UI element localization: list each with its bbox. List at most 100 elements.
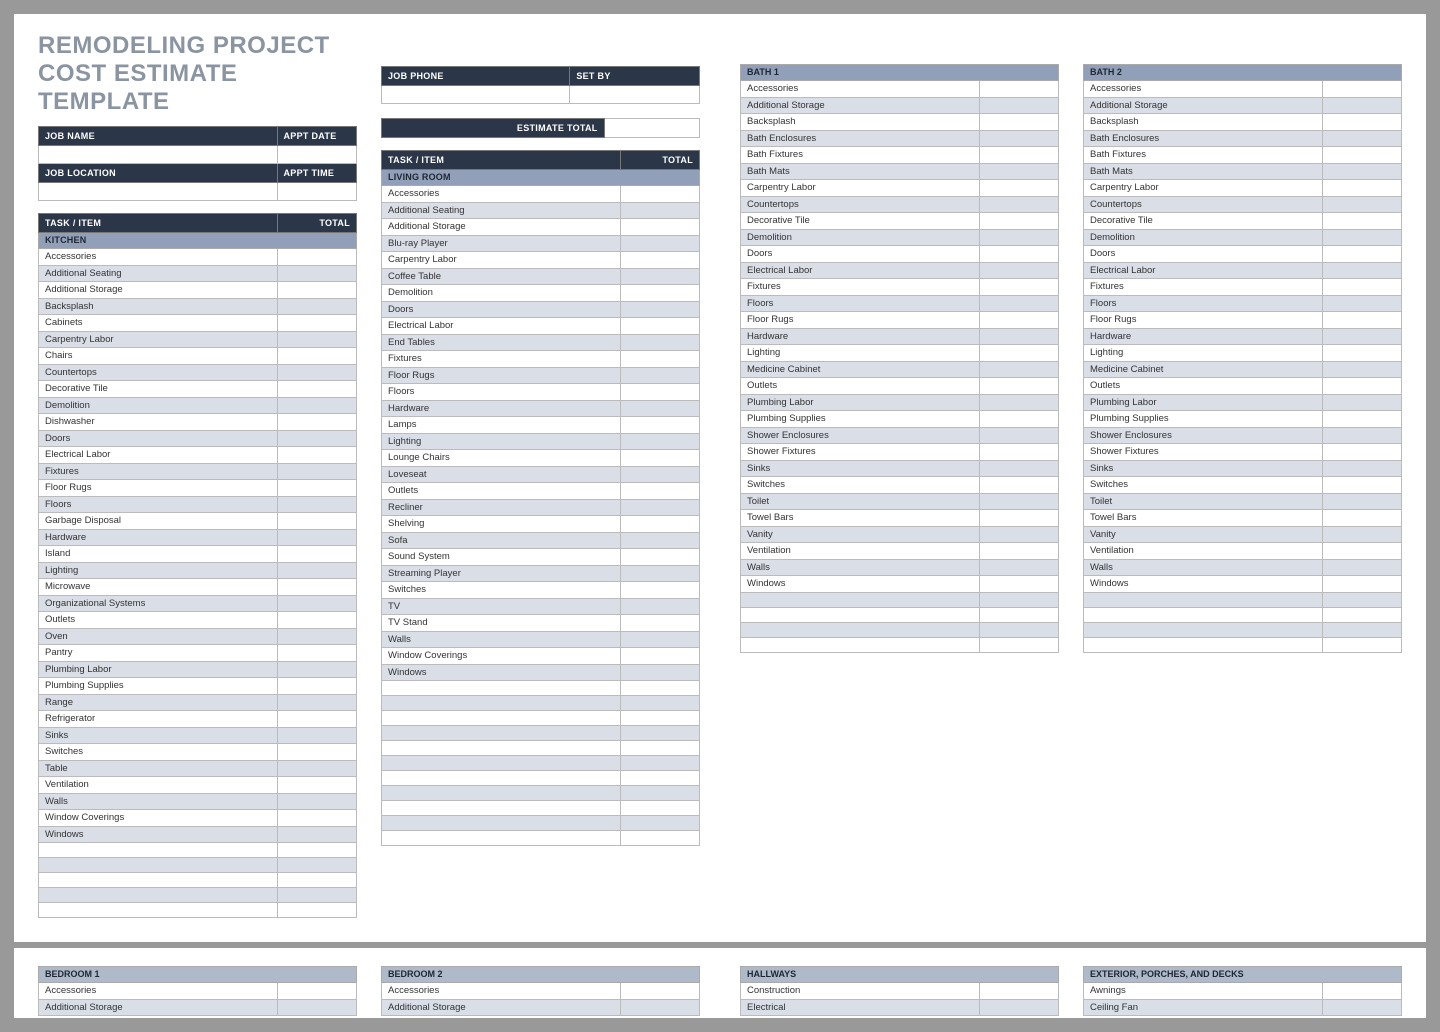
item-label[interactable] bbox=[382, 726, 621, 741]
item-total-cell[interactable] bbox=[277, 678, 357, 695]
item-total-cell[interactable] bbox=[979, 493, 1059, 510]
item-total-cell[interactable] bbox=[620, 999, 700, 1016]
item-total-cell[interactable] bbox=[1322, 543, 1402, 560]
item-total-cell[interactable] bbox=[620, 664, 700, 681]
item-total-cell[interactable] bbox=[979, 510, 1059, 527]
item-total-cell[interactable] bbox=[979, 81, 1059, 98]
item-label[interactable] bbox=[382, 681, 621, 696]
item-total-cell[interactable] bbox=[1322, 394, 1402, 411]
item-total-cell[interactable] bbox=[979, 196, 1059, 213]
item-total-cell[interactable] bbox=[1322, 180, 1402, 197]
item-total-cell[interactable] bbox=[979, 147, 1059, 164]
item-total-cell[interactable] bbox=[1322, 81, 1402, 98]
item-total-cell[interactable] bbox=[1322, 607, 1402, 622]
item-total-cell[interactable] bbox=[620, 711, 700, 726]
item-label[interactable] bbox=[382, 816, 621, 831]
item-total-cell[interactable] bbox=[277, 447, 357, 464]
item-total-cell[interactable] bbox=[620, 219, 700, 236]
item-total-cell[interactable] bbox=[620, 726, 700, 741]
item-label[interactable] bbox=[382, 756, 621, 771]
appt-date-cell[interactable] bbox=[277, 146, 357, 164]
item-total-cell[interactable] bbox=[277, 760, 357, 777]
item-label[interactable] bbox=[39, 843, 278, 858]
job-phone-cell[interactable] bbox=[382, 86, 570, 104]
item-total-cell[interactable] bbox=[979, 592, 1059, 607]
item-total-cell[interactable] bbox=[1322, 229, 1402, 246]
item-total-cell[interactable] bbox=[1322, 378, 1402, 395]
item-total-cell[interactable] bbox=[1322, 147, 1402, 164]
item-label[interactable] bbox=[382, 786, 621, 801]
item-total-cell[interactable] bbox=[979, 361, 1059, 378]
item-total-cell[interactable] bbox=[277, 513, 357, 530]
item-total-cell[interactable] bbox=[979, 328, 1059, 345]
item-total-cell[interactable] bbox=[979, 312, 1059, 329]
item-total-cell[interactable] bbox=[620, 983, 700, 1000]
item-total-cell[interactable] bbox=[620, 532, 700, 549]
item-total-cell[interactable] bbox=[1322, 279, 1402, 296]
item-total-cell[interactable] bbox=[277, 348, 357, 365]
item-label[interactable] bbox=[741, 637, 980, 652]
item-total-cell[interactable] bbox=[277, 711, 357, 728]
item-total-cell[interactable] bbox=[979, 477, 1059, 494]
item-total-cell[interactable] bbox=[979, 460, 1059, 477]
item-total-cell[interactable] bbox=[979, 130, 1059, 147]
item-total-cell[interactable] bbox=[277, 661, 357, 678]
item-label[interactable] bbox=[1084, 607, 1323, 622]
job-name-cell[interactable] bbox=[39, 146, 278, 164]
item-total-cell[interactable] bbox=[620, 351, 700, 368]
item-label[interactable] bbox=[382, 801, 621, 816]
item-total-cell[interactable] bbox=[979, 622, 1059, 637]
item-total-cell[interactable] bbox=[277, 777, 357, 794]
item-total-cell[interactable] bbox=[620, 831, 700, 846]
item-total-cell[interactable] bbox=[277, 645, 357, 662]
item-total-cell[interactable] bbox=[979, 262, 1059, 279]
item-total-cell[interactable] bbox=[979, 345, 1059, 362]
item-total-cell[interactable] bbox=[277, 546, 357, 563]
item-total-cell[interactable] bbox=[979, 559, 1059, 576]
item-total-cell[interactable] bbox=[1322, 411, 1402, 428]
item-total-cell[interactable] bbox=[979, 576, 1059, 593]
item-total-cell[interactable] bbox=[979, 394, 1059, 411]
item-label[interactable] bbox=[39, 888, 278, 903]
item-total-cell[interactable] bbox=[620, 696, 700, 711]
item-total-cell[interactable] bbox=[1322, 622, 1402, 637]
item-total-cell[interactable] bbox=[277, 480, 357, 497]
item-total-cell[interactable] bbox=[1322, 114, 1402, 131]
item-total-cell[interactable] bbox=[1322, 196, 1402, 213]
item-label[interactable] bbox=[39, 903, 278, 918]
item-total-cell[interactable] bbox=[277, 793, 357, 810]
item-total-cell[interactable] bbox=[277, 579, 357, 596]
item-total-cell[interactable] bbox=[277, 888, 357, 903]
item-total-cell[interactable] bbox=[277, 858, 357, 873]
item-total-cell[interactable] bbox=[277, 628, 357, 645]
item-total-cell[interactable] bbox=[620, 816, 700, 831]
item-total-cell[interactable] bbox=[620, 400, 700, 417]
item-total-cell[interactable] bbox=[620, 615, 700, 632]
item-label[interactable] bbox=[39, 858, 278, 873]
item-total-cell[interactable] bbox=[1322, 576, 1402, 593]
item-total-cell[interactable] bbox=[277, 843, 357, 858]
item-label[interactable] bbox=[1084, 622, 1323, 637]
item-total-cell[interactable] bbox=[277, 331, 357, 348]
item-total-cell[interactable] bbox=[620, 466, 700, 483]
item-total-cell[interactable] bbox=[277, 298, 357, 315]
item-total-cell[interactable] bbox=[620, 756, 700, 771]
item-total-cell[interactable] bbox=[979, 114, 1059, 131]
item-total-cell[interactable] bbox=[979, 246, 1059, 263]
item-total-cell[interactable] bbox=[979, 97, 1059, 114]
item-total-cell[interactable] bbox=[1322, 361, 1402, 378]
item-total-cell[interactable] bbox=[979, 229, 1059, 246]
item-total-cell[interactable] bbox=[1322, 345, 1402, 362]
item-total-cell[interactable] bbox=[620, 786, 700, 801]
item-total-cell[interactable] bbox=[1322, 213, 1402, 230]
item-label[interactable] bbox=[741, 607, 980, 622]
item-total-cell[interactable] bbox=[620, 549, 700, 566]
job-location-cell[interactable] bbox=[39, 183, 278, 201]
item-total-cell[interactable] bbox=[620, 367, 700, 384]
item-total-cell[interactable] bbox=[979, 637, 1059, 652]
item-total-cell[interactable] bbox=[1322, 444, 1402, 461]
item-total-cell[interactable] bbox=[620, 771, 700, 786]
item-total-cell[interactable] bbox=[277, 364, 357, 381]
item-total-cell[interactable] bbox=[1322, 637, 1402, 652]
item-total-cell[interactable] bbox=[277, 265, 357, 282]
